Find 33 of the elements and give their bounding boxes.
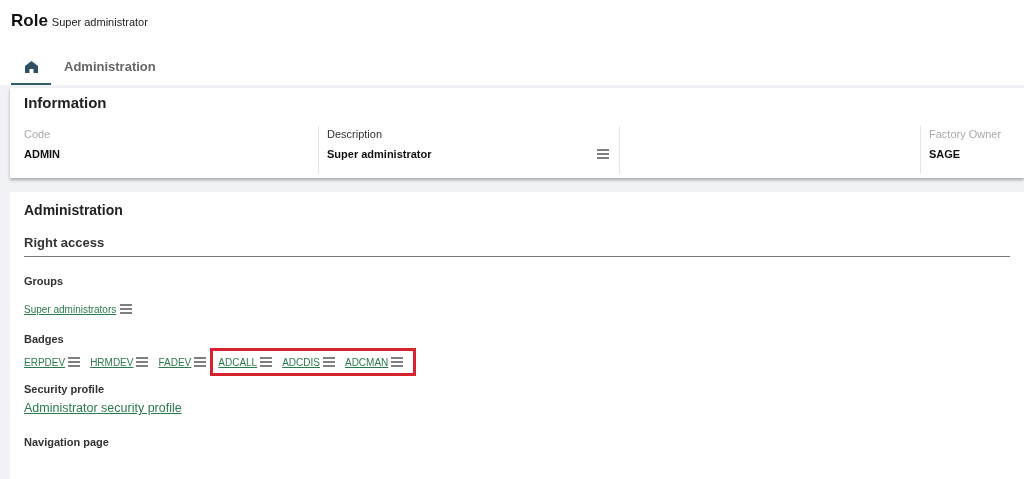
link[interactable]: Super administrators [24,301,117,317]
section-title: Information [24,93,108,113]
link[interactable]: Administrator security profile [24,399,182,418]
link[interactable]: ADCMAN [344,354,389,370]
page-subtitle: Super administrator [51,15,148,30]
menu-icon[interactable] [391,357,404,367]
link[interactable]: HRMDEV [90,354,134,370]
page-title: Role [11,10,48,32]
field-label: Security profile [24,382,106,397]
menu-icon[interactable] [194,357,207,367]
field-value: ADMIN [24,147,61,162]
link[interactable]: ADCDIS [282,354,320,370]
field-label: Description [327,127,384,142]
field-label: Factory Owner [929,127,1003,142]
menu-icon[interactable] [597,149,609,160]
menu-icon[interactable] [322,357,335,367]
link[interactable]: FADEV [158,354,192,370]
menu-icon[interactable] [136,357,149,367]
field-label: Code [24,127,52,142]
field-label: Badges [24,332,65,347]
field-label: Groups [24,274,65,289]
link[interactable]: ERPDEV [24,354,66,370]
link[interactable]: ADCALL [218,354,258,370]
field-value: Super administrator [327,147,432,162]
menu-icon[interactable] [68,357,81,367]
field-value: SAGE [929,147,961,162]
menu-icon[interactable] [120,304,133,314]
subsection-title: Right access [24,225,1010,257]
section-title: Administration [24,201,124,220]
field-label: Navigation page [24,434,110,450]
tab[interactable]: Administration [51,50,169,85]
home-icon [24,60,38,73]
menu-icon[interactable] [260,357,273,367]
